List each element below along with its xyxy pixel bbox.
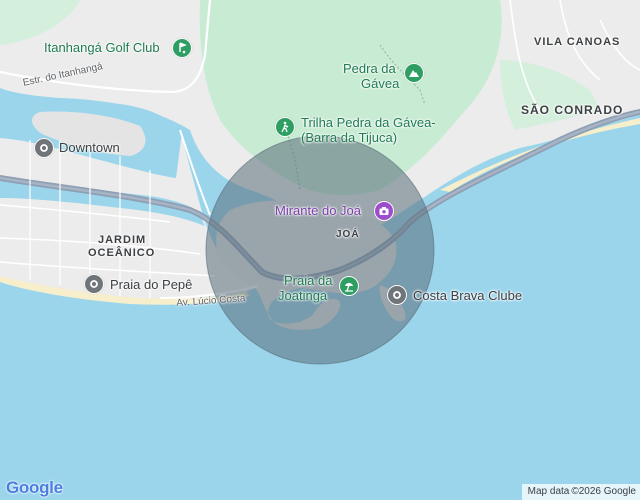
poi-pin-praia-joatinga[interactable] [339, 276, 359, 296]
camera-icon [379, 207, 389, 215]
poi-label-joatinga-line1[interactable]: Praia da [284, 273, 332, 288]
poi-label-mirante-joa[interactable]: Mirante do Joá [275, 203, 361, 218]
poi-label-praia-pepe[interactable]: Praia do Pepê [110, 277, 192, 292]
poi-label-joatinga-line2[interactable]: Joatinga [278, 288, 327, 303]
map-canvas[interactable]: VILA CANOAS SÃO CONRADO JARDIM OCEÂNICO … [0, 0, 640, 500]
poi-label-itanhanga-golf[interactable]: Itanhangá Golf Club [44, 40, 160, 55]
beach-icon [345, 283, 353, 292]
poi-pin-itanhanga-golf[interactable] [172, 38, 192, 58]
poi-label-pedra-gavea-line2[interactable]: Gávea [361, 76, 399, 91]
place-label-joa: JOÁ [336, 229, 360, 240]
poi-label-pedra-gavea-line1[interactable]: Pedra da [343, 61, 396, 76]
poi-label-trilha-line1[interactable]: Trilha Pedra da Gávea- [301, 115, 436, 130]
attribution-text: ©2026 Google [571, 486, 636, 497]
golf-icon [179, 42, 187, 54]
poi-pin-praia-pepe[interactable] [84, 274, 104, 294]
poi-pin-downtown[interactable] [34, 138, 54, 158]
place-pin-icon [40, 144, 48, 152]
poi-pin-costa-brava[interactable] [387, 285, 407, 305]
poi-pin-mirante-joa[interactable] [374, 201, 394, 221]
google-logo-text: Google [6, 478, 63, 497]
place-label-jardim-oceanico-line1: JARDIM [98, 234, 147, 246]
hiking-icon [281, 121, 289, 133]
google-logo[interactable]: Google [6, 478, 63, 498]
poi-label-costa-brava[interactable]: Costa Brava Clube [413, 288, 522, 303]
place-label-vila-canoas: VILA CANOAS [534, 36, 621, 48]
place-pin-icon [393, 291, 401, 299]
mountain-icon [409, 70, 419, 77]
place-label-jardim-oceanico-line2: OCEÂNICO [88, 247, 156, 259]
poi-label-downtown[interactable]: Downtown [59, 140, 120, 155]
poi-pin-pedra-gavea[interactable] [404, 63, 424, 83]
place-pin-icon [90, 280, 98, 288]
poi-pin-trilha-pedra-gavea[interactable] [275, 117, 295, 137]
poi-label-trilha-line2[interactable]: (Barra da Tijuca) [301, 130, 397, 145]
map-attribution[interactable]: Map data ©2026 Google [521, 484, 640, 500]
search-radius-circle [205, 135, 435, 365]
place-label-sao-conrado: SÃO CONRADO [521, 103, 624, 117]
attribution-label: Map data [527, 486, 570, 497]
